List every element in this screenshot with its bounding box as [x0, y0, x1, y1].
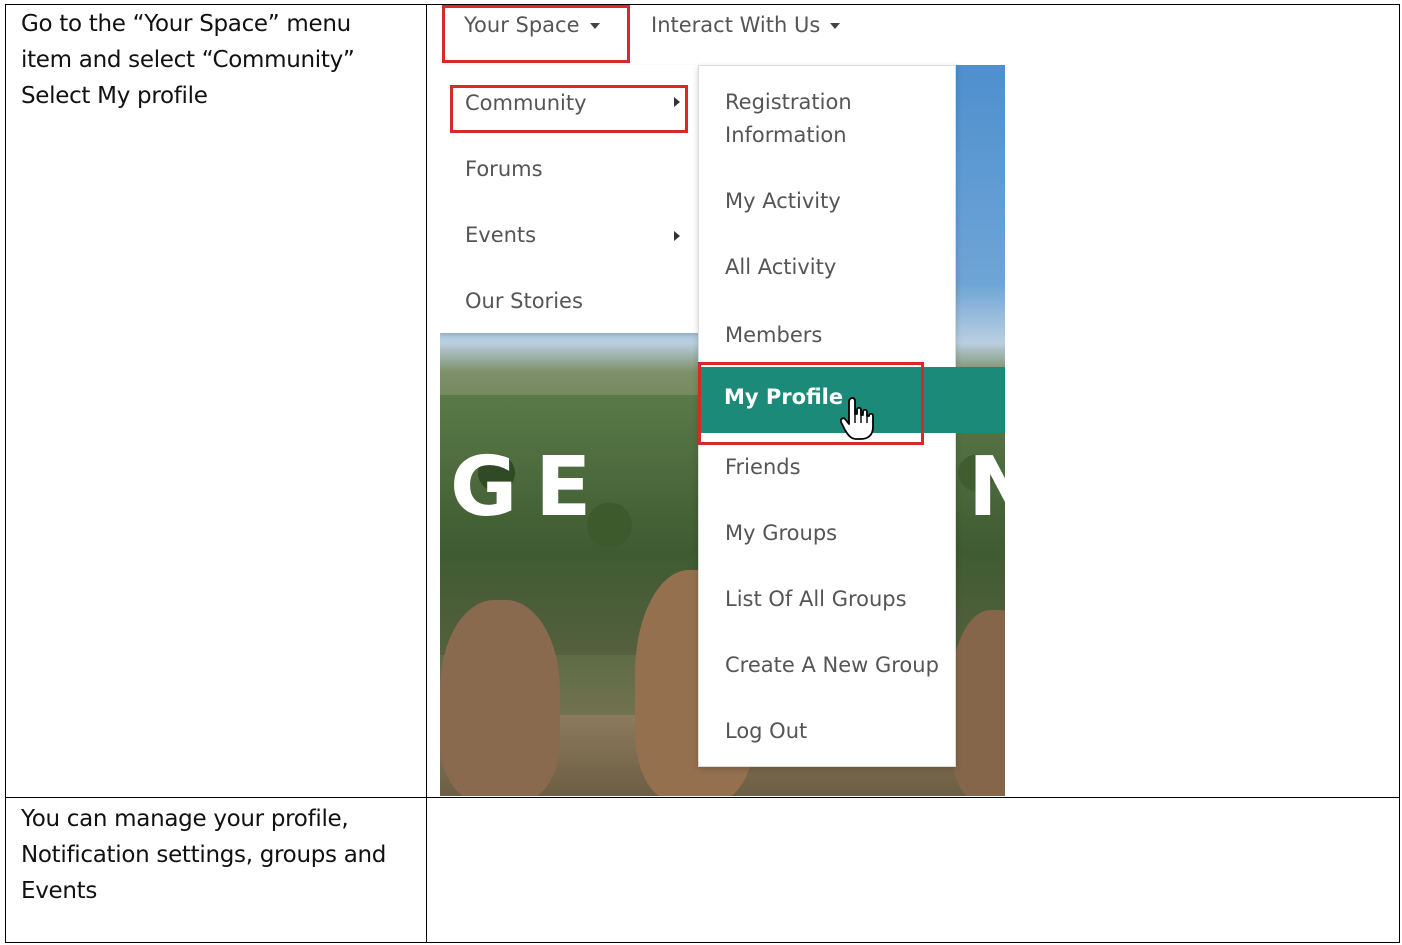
nav-interact-with-us[interactable]: Interact With Us: [651, 13, 841, 37]
menu-screenshot: GE N Your Space Interact With Us Communi…: [440, 5, 1005, 796]
table-border-left: [5, 4, 6, 943]
elephant-left: [440, 600, 560, 796]
submenu-create-a-new-group[interactable]: Create A New Group: [725, 649, 939, 682]
highlight-my-profile: [698, 362, 924, 445]
submenu-members[interactable]: Members: [725, 319, 822, 352]
table-border-right: [1399, 4, 1400, 943]
table-border-bottom: [5, 942, 1400, 943]
table-column-divider: [426, 4, 427, 943]
submenu-my-groups[interactable]: My Groups: [725, 517, 837, 550]
caret-down-icon: [830, 23, 841, 29]
submenu-my-activity[interactable]: My Activity: [725, 185, 841, 218]
submenu-registration-information[interactable]: Registration Information: [725, 86, 852, 152]
highlight-your-space: [442, 5, 630, 63]
submenu-log-out[interactable]: Log Out: [725, 715, 807, 748]
chevron-right-icon: [674, 231, 680, 241]
hero-title-fragment-right: N: [968, 440, 1005, 535]
highlight-community: [450, 85, 688, 133]
menu-item-forums[interactable]: Forums: [465, 157, 543, 181]
step-2-instruction: You can manage your profile, Notificatio…: [21, 806, 387, 904]
submenu-list-of-all-groups[interactable]: List Of All Groups: [725, 583, 907, 616]
nav-interact-label: Interact With Us: [651, 13, 821, 37]
step-1-instruction: Go to the “Your Space” menu item and sel…: [21, 11, 355, 109]
menu-item-events[interactable]: Events: [465, 223, 536, 247]
table-row-divider: [5, 797, 1400, 798]
hero-title-fragment: GE: [450, 440, 610, 535]
submenu-friends[interactable]: Friends: [725, 451, 801, 484]
submenu-all-activity[interactable]: All Activity: [725, 251, 836, 284]
hand-pointer-icon: [840, 397, 874, 440]
menu-item-our-stories[interactable]: Our Stories: [465, 289, 583, 313]
